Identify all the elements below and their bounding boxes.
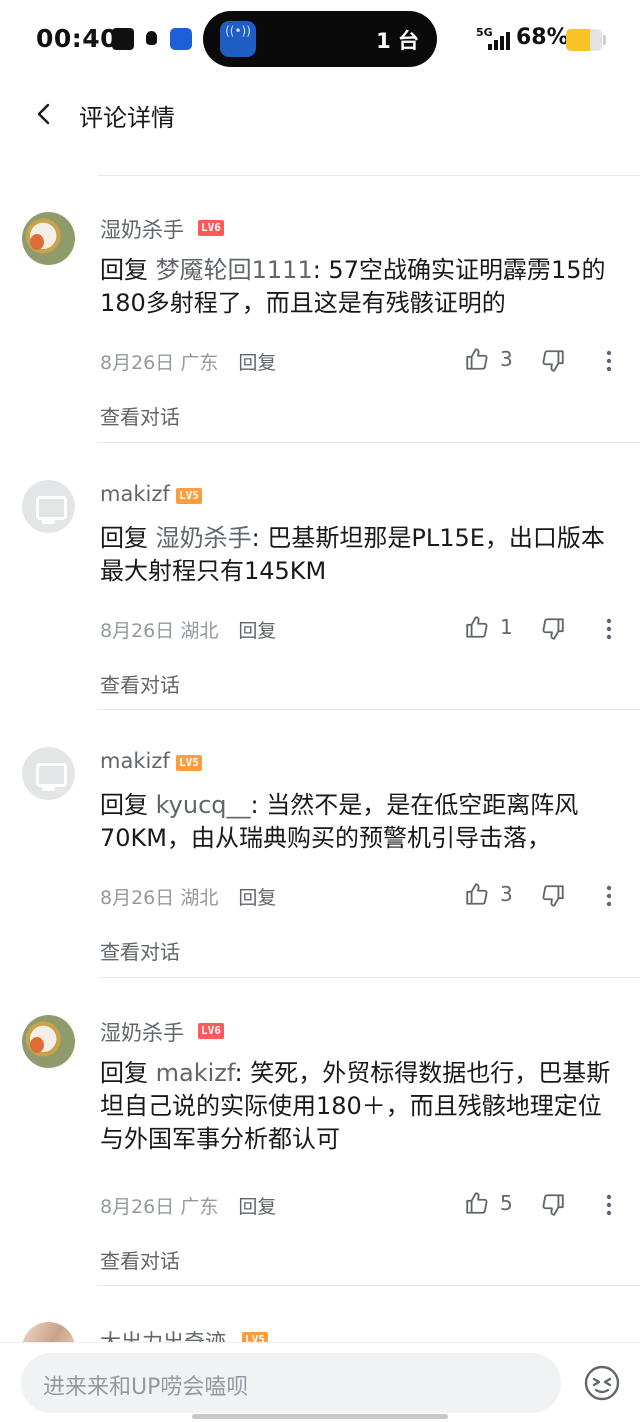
- comment-date: 8月26日: [100, 620, 175, 642]
- thumbs-up-icon: [466, 883, 488, 905]
- more-options-icon[interactable]: [600, 349, 618, 373]
- comment-location: 湖北: [180, 887, 219, 909]
- comment-text[interactable]: 回复 kyucq__: 当然不是，是在低空距离阵风70KM，由从瑞典购买的预警机…: [100, 789, 622, 855]
- reply-prefix: 回复: [100, 256, 156, 284]
- comment-meta: 8月26日 湖北 回复: [100, 616, 276, 643]
- avatar[interactable]: [22, 212, 75, 265]
- page-header: 评论详情: [0, 82, 640, 146]
- more-options-icon[interactable]: [600, 617, 618, 641]
- comment-text[interactable]: 回复 makizf: 笑死，外贸标得数据也行，巴基斯坦自己说的实际使用180＋，…: [100, 1057, 622, 1156]
- broadcast-icon: ((•)): [220, 21, 256, 57]
- like-count: 1: [500, 615, 513, 639]
- battery-percent: 68%: [516, 25, 569, 50]
- battery-fill: [566, 29, 591, 51]
- divider: [98, 977, 640, 978]
- reply-target-user[interactable]: makizf: [156, 1059, 235, 1087]
- more-options-icon[interactable]: [600, 884, 618, 908]
- view-conversation-link[interactable]: 查看对话: [100, 669, 180, 698]
- thumbs-down-icon[interactable]: [540, 883, 566, 909]
- reply-prefix: 回复: [100, 1059, 156, 1087]
- reply-target-user[interactable]: 梦魇轮回1111: [156, 256, 313, 284]
- thumbs-down-icon[interactable]: [540, 616, 566, 642]
- username[interactable]: 大出力出奇迹: [100, 1326, 226, 1342]
- notification-icons: [112, 28, 192, 50]
- username[interactable]: makizf: [100, 482, 170, 506]
- thumbs-up-icon: [466, 616, 488, 638]
- divider: [98, 175, 640, 176]
- more-options-icon[interactable]: [600, 1193, 618, 1217]
- comment-location: 广东: [180, 352, 219, 374]
- comment-meta: 8月26日 湖北 回复: [100, 883, 276, 910]
- signal-icon: [488, 30, 510, 50]
- like-count: 5: [500, 1191, 513, 1215]
- like-count: 3: [500, 882, 513, 906]
- username[interactable]: makizf: [100, 749, 170, 773]
- clock: 00:40: [36, 24, 119, 53]
- view-conversation-link[interactable]: 查看对话: [100, 401, 180, 430]
- comment-meta: 8月26日 广东 回复: [100, 1192, 276, 1219]
- view-conversation-link[interactable]: 查看对话: [100, 1245, 180, 1274]
- reply-target-user[interactable]: kyucq__: [156, 791, 251, 819]
- username[interactable]: 湿奶杀手: [100, 214, 184, 244]
- reply-prefix: 回复: [100, 524, 156, 552]
- reply-button[interactable]: 回复: [238, 620, 276, 642]
- thumbs-down-icon[interactable]: [540, 348, 566, 374]
- comment-text[interactable]: 回复 湿奶杀手: 巴基斯坦那是PL15E，出口版本最大射程只有145KM: [100, 522, 622, 588]
- comment-location: 广东: [180, 1196, 219, 1218]
- reply-button[interactable]: 回复: [238, 352, 276, 374]
- reply-prefix: 回复: [100, 791, 156, 819]
- battery-tip: [603, 35, 606, 45]
- reply-target-user[interactable]: 湿奶杀手: [156, 524, 252, 552]
- qq-icon: [141, 28, 163, 50]
- status-bar: 00:40 ((•)) 1 台 5G 68%: [0, 0, 640, 80]
- view-conversation-link[interactable]: 查看对话: [100, 936, 180, 965]
- like-button[interactable]: 3: [464, 346, 513, 372]
- comment-text[interactable]: 回复 梦魇轮回1111: 57空战确实证明霹雳15的180多射程了，而且这是有残…: [100, 254, 622, 320]
- home-indicator[interactable]: [192, 1414, 448, 1419]
- like-count: 3: [500, 347, 513, 371]
- thumbs-up-icon: [466, 1192, 488, 1214]
- divider: [98, 709, 640, 710]
- comment-item: 大出力出奇迹 LV5: [0, 1322, 640, 1342]
- emoji-icon[interactable]: [582, 1363, 622, 1403]
- thumbs-down-icon[interactable]: [540, 1192, 566, 1218]
- comment-location: 湖北: [180, 620, 219, 642]
- back-arrow-icon[interactable]: [33, 102, 57, 126]
- comment-date: 8月26日: [100, 887, 175, 909]
- dynamic-island[interactable]: ((•)) 1 台: [203, 11, 437, 67]
- thumbs-up-icon: [466, 348, 488, 370]
- like-button[interactable]: 5: [464, 1190, 513, 1216]
- level-badge: LV5: [176, 488, 202, 504]
- comment-date: 8月26日: [100, 1196, 175, 1218]
- username[interactable]: 湿奶杀手: [100, 1017, 184, 1047]
- level-badge: LV6: [198, 220, 224, 236]
- battery-icon: [566, 29, 602, 51]
- page-title: 评论详情: [79, 104, 175, 132]
- divider: [98, 1285, 640, 1286]
- reply-button[interactable]: 回复: [238, 887, 276, 909]
- shield-icon: [170, 28, 192, 50]
- comment-meta: 8月26日 广东 回复: [100, 348, 276, 375]
- avatar[interactable]: [22, 747, 75, 800]
- input-placeholder: 进来来和UP唠会嗑呗: [43, 1375, 249, 1400]
- level-badge: LV5: [176, 755, 202, 771]
- comment-input[interactable]: 进来来和UP唠会嗑呗: [21, 1353, 561, 1413]
- reply-button[interactable]: 回复: [238, 1196, 276, 1218]
- avatar[interactable]: [22, 480, 75, 533]
- avatar[interactable]: [22, 1322, 75, 1342]
- comment-date: 8月26日: [100, 352, 175, 374]
- like-button[interactable]: 1: [464, 614, 513, 640]
- divider: [98, 442, 640, 443]
- island-label: 1 台: [376, 29, 419, 53]
- level-badge: LV5: [242, 1332, 268, 1342]
- level-badge: LV6: [198, 1023, 224, 1039]
- avatar[interactable]: [22, 1015, 75, 1068]
- tiktok-icon: [112, 28, 134, 50]
- like-button[interactable]: 3: [464, 881, 513, 907]
- comment-input-bar: 进来来和UP唠会嗑呗: [0, 1342, 640, 1422]
